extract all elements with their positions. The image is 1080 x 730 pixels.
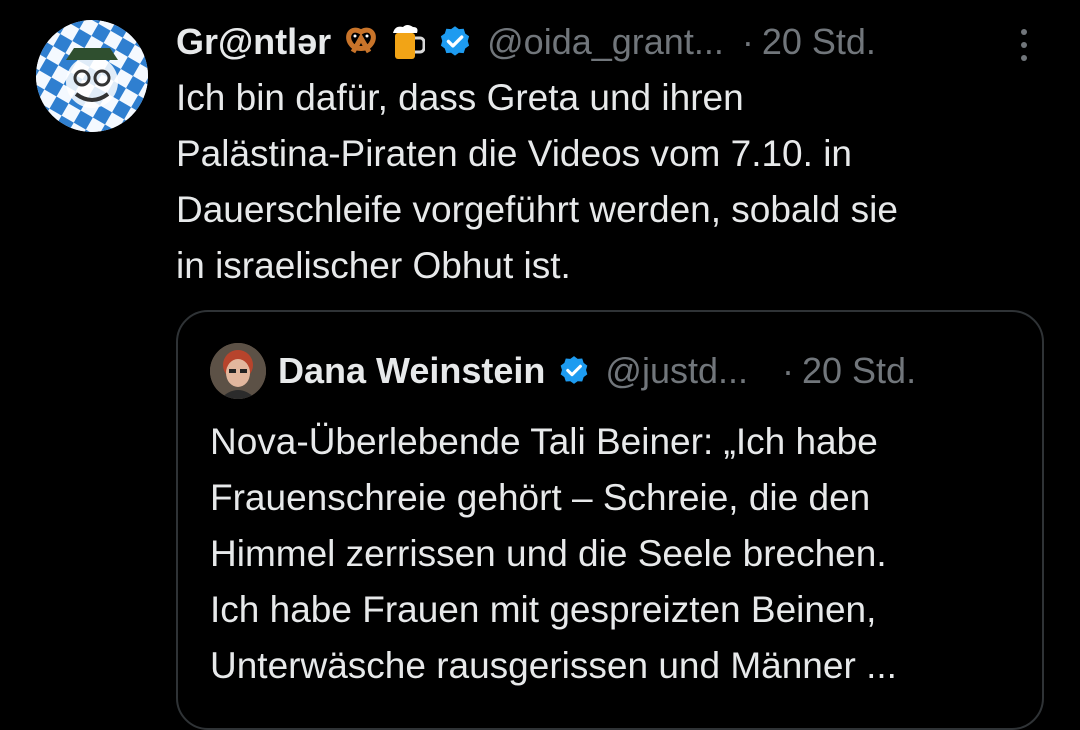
author-name[interactable]: Gr@ntlər	[176, 21, 331, 63]
pretzel-icon	[343, 24, 379, 60]
tweet-text: Ich bin dafür, dass Greta und ihren Palä…	[176, 70, 1056, 294]
tweet-text-line: Palästina-Piraten die Videos vom 7.10. i…	[176, 133, 852, 174]
tweet-text-line: in israelischer Obhut ist.	[176, 245, 571, 286]
quoted-text-line: Frauenschreie gehört – Schreie, die den	[210, 477, 871, 518]
beer-mug-icon	[391, 23, 426, 61]
separator-dot: ·	[741, 21, 754, 62]
quoted-text-line: Nova-Überlebende Tali Beiner: „Ich habe	[210, 421, 878, 462]
quoted-text-line: Unterwäsche rausgerissen und Männer ...	[210, 645, 897, 686]
quoted-timestamp[interactable]: 20 Std.	[802, 350, 916, 392]
verified-badge-icon[interactable]	[557, 354, 591, 388]
verified-badge-icon[interactable]	[437, 24, 473, 60]
quoted-author-handle[interactable]: @justd...	[605, 350, 748, 392]
tweet-header: Gr@ntlər @oida_grant... · 20 Std.	[176, 18, 1060, 66]
tweet-text-line: Ich bin dafür, dass Greta und ihren	[176, 77, 744, 118]
timestamp[interactable]: 20 Std.	[762, 21, 876, 63]
quoted-tweet-text: Nova-Überlebende Tali Beiner: „Ich habe …	[210, 414, 1020, 694]
quoted-author-avatar[interactable]	[210, 343, 266, 399]
quoted-tweet-header: Dana Weinstein @justd... · 20 Std.	[210, 342, 1012, 400]
more-options-icon[interactable]	[1004, 20, 1044, 70]
quoted-tweet[interactable]: Dana Weinstein @justd... · 20 Std. Nova-…	[176, 310, 1044, 730]
quoted-text-line: Himmel zerrissen und die Seele brechen.	[210, 533, 887, 574]
separator-dot: ·	[782, 350, 794, 391]
tweet-text-line: Dauerschleife vorgeführt werden, sobald …	[176, 189, 898, 230]
quoted-author-name[interactable]: Dana Weinstein	[278, 350, 545, 392]
avatar[interactable]	[36, 20, 148, 132]
quoted-text-line: Ich habe Frauen mit gespreizten Beinen,	[210, 589, 877, 630]
author-handle[interactable]: @oida_grant...	[487, 21, 724, 63]
